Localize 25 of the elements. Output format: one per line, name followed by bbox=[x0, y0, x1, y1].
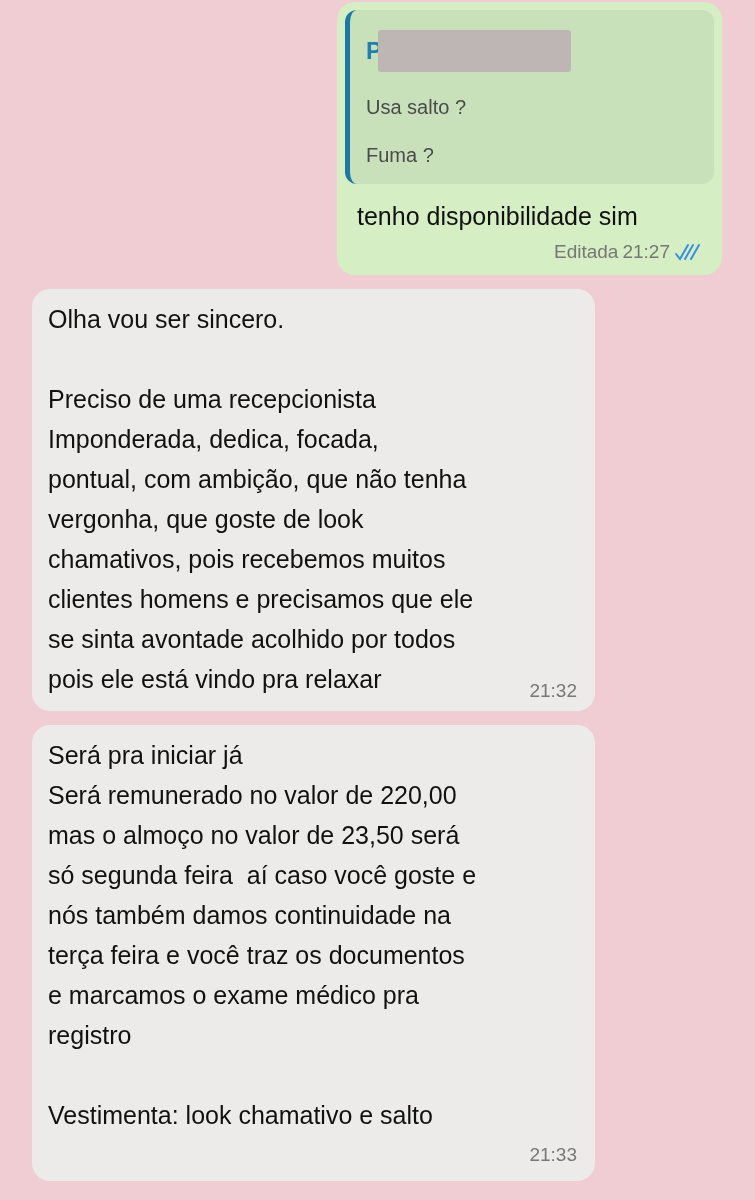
message-line: vergonha, que goste de look bbox=[48, 503, 365, 535]
message-line: e marcamos o exame médico pra bbox=[48, 979, 420, 1011]
message-line: tenho disponibilidade sim bbox=[357, 201, 639, 232]
quote-text: Fuma ? bbox=[366, 143, 435, 168]
message-line: Será remunerado no valor de 220,00 bbox=[48, 779, 458, 811]
message-line: Imponderada, dedica, focada, bbox=[48, 423, 380, 455]
message-time: 21:33 bbox=[529, 1142, 577, 1167]
edited-label: Editada bbox=[554, 240, 619, 264]
message-line: mas o almoço no valor de 23,50 será bbox=[48, 819, 461, 851]
message-line: Olha vou ser sincero. bbox=[48, 303, 286, 335]
message-line: pontual, com ambição, que não tenha bbox=[48, 463, 468, 495]
message-line: registro bbox=[48, 1019, 133, 1051]
message-line: pois ele está vindo pra relaxar bbox=[48, 663, 382, 695]
message-line: Vestimenta: look chamativo e salto bbox=[48, 1099, 434, 1131]
message-time: 21:27 bbox=[622, 240, 670, 264]
message-time: 21:32 bbox=[529, 678, 577, 703]
message-line: terça feira e você traz os documentos bbox=[48, 939, 466, 971]
message-line: nós também damos continuidade na bbox=[48, 899, 453, 931]
message-line: clientes homens e precisamos que ele bbox=[48, 583, 475, 615]
message-line: Preciso de uma recepcionista bbox=[48, 383, 377, 415]
message-line: chamativos, pois recebemos muitos bbox=[48, 543, 447, 575]
message-line: se sinta avontade acolhido por todos bbox=[48, 623, 457, 655]
message-line: Será pra iniciar já bbox=[48, 739, 244, 771]
message-line: só segunda feira aí caso você goste e bbox=[48, 859, 478, 891]
quote-text: Usa salto ? bbox=[366, 95, 468, 120]
